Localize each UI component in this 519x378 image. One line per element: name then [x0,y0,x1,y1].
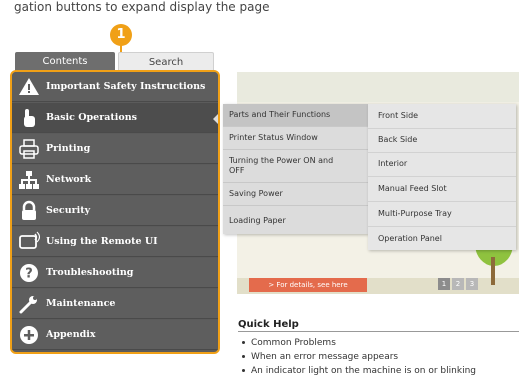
sidebar-item-basic-operations[interactable]: Basic Operations [12,103,218,133]
quick-help-link[interactable]: Common Problems [251,338,336,348]
menu-divider [223,149,368,150]
wrench-icon [12,289,46,319]
printer-icon [12,134,46,164]
tab-contents[interactable]: Contents [15,52,115,71]
quick-help-link[interactable]: When an error message appears [251,352,398,362]
remote-ui-icon [12,227,46,257]
menu-divider [223,182,368,183]
svg-text:?: ? [25,266,33,281]
menu-item-back-side[interactable]: Back Side [368,135,516,145]
sidebar-item-label: Maintenance [46,298,116,309]
menu-item-manual-feed[interactable]: Manual Feed Slot [368,184,516,194]
menu-item-saving-power[interactable]: Saving Power [223,189,368,199]
sidebar-item-label: Printing [46,143,91,154]
bullet-icon [242,341,245,344]
flyout-menu-parts: Front Side Back Side Interior Manual Fee… [368,104,516,250]
menu-item-loading-paper[interactable]: Loading Paper [223,216,368,226]
question-icon: ? [12,258,46,288]
quick-help-item[interactable]: Common Problems [242,338,336,348]
sidebar-item-troubleshooting[interactable]: ? Troubleshooting [12,258,218,288]
sidebar-item-label: Troubleshooting [46,267,134,278]
details-button[interactable]: > For details, see here [249,278,367,292]
network-icon [12,165,46,195]
sidebar-item-maintenance[interactable]: Maintenance [12,289,218,319]
menu-divider [368,176,516,177]
menu-item-parts[interactable]: Parts and Their Functions [223,104,368,126]
quick-help-divider [238,331,519,332]
quick-help-item[interactable]: An indicator light on the machine is on … [242,366,476,376]
menu-item-front-side[interactable]: Front Side [368,111,516,121]
sidebar-item-label: Security [46,205,91,216]
sidebar-item-label: Important Safety Instructions [46,81,206,92]
menu-divider [368,152,516,153]
menu-divider [368,226,516,227]
flyout-menu-basic-operations: Parts and Their Functions Printer Status… [223,104,368,234]
menu-item-multi-purpose-tray[interactable]: Multi-Purpose Tray [368,209,516,219]
warning-icon [12,72,46,102]
menu-item-power-on-off[interactable]: Turning the Power ON and [223,156,368,166]
pager-button-2[interactable]: 2 [452,278,464,290]
sidebar-item-printing[interactable]: Printing [12,134,218,164]
banner-top-band [237,72,519,102]
plus-icon [12,320,46,350]
menu-item-operation-panel[interactable]: Operation Panel [368,234,516,244]
sidebar-item-label: Appendix [46,329,96,340]
sidebar-navigation: Important Safety Instructions Basic Oper… [10,70,220,354]
sidebar-item-important-safety[interactable]: Important Safety Instructions [12,72,218,102]
lock-icon [12,196,46,226]
sidebar-item-label: Basic Operations [46,112,137,123]
sidebar-item-label: Network [46,174,92,185]
tree-trunk [491,257,495,285]
hand-icon [12,103,46,133]
flyout-pointer [213,113,218,125]
pager-button-1[interactable]: 1 [438,278,450,290]
pager-button-3[interactable]: 3 [466,278,478,290]
quick-help-link[interactable]: An indicator light on the machine is on … [251,366,476,376]
bullet-icon [242,369,245,372]
header-text: gation buttons to expand display the pag… [14,0,270,14]
menu-divider [368,128,516,129]
sidebar-item-remote-ui[interactable]: Using the Remote UI [12,227,218,257]
menu-item-interior[interactable]: Interior [368,159,516,169]
sidebar-item-appendix[interactable]: Appendix [12,320,218,350]
menu-divider [368,201,516,202]
quick-help-item[interactable]: When an error message appears [242,352,398,362]
sidebar-item-network[interactable]: Network [12,165,218,195]
callout-badge: 1 [110,24,132,46]
tab-search[interactable]: Search [118,52,214,71]
menu-divider [223,205,368,206]
quick-help-title: Quick Help [238,319,299,330]
menu-item-power-on-off-cont[interactable]: OFF [223,166,368,176]
bullet-icon [242,355,245,358]
sidebar-item-security[interactable]: Security [12,196,218,226]
menu-item-printer-status[interactable]: Printer Status Window [223,127,368,149]
sidebar-item-label: Using the Remote UI [46,236,158,247]
